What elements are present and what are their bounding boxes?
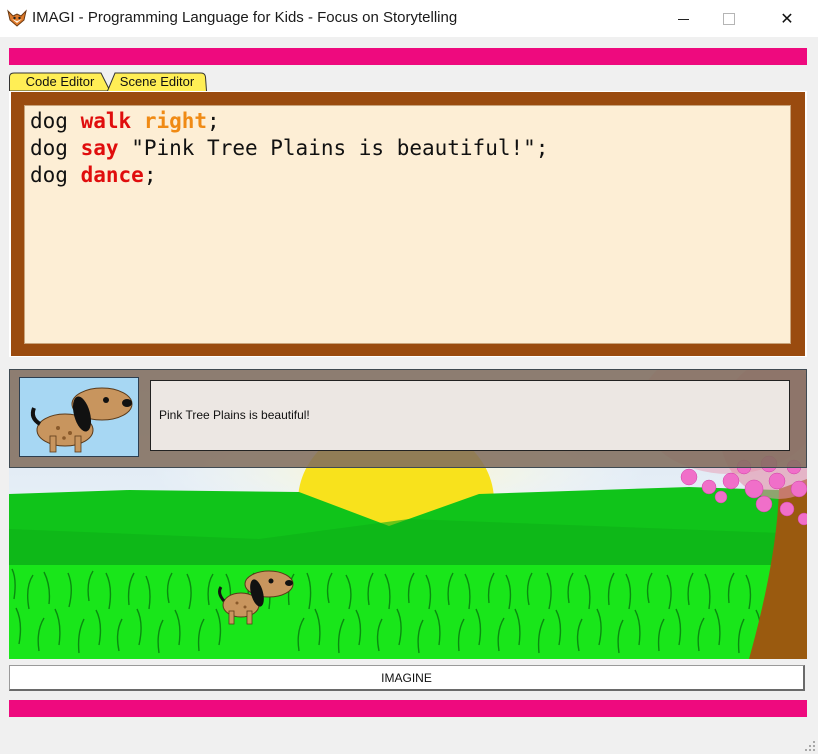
code-action: dance [80, 163, 144, 187]
speech-bubble: Pink Tree Plains is beautiful! [150, 380, 790, 451]
dog-portrait [19, 377, 139, 457]
top-accent-bar [9, 48, 807, 65]
code-end: ; [143, 163, 157, 187]
maximize-icon [723, 12, 735, 25]
tab-code-editor[interactable]: Code Editor [9, 72, 111, 91]
editor-frame: dog walk right; dog say "Pink Tree Plain… [11, 92, 805, 356]
code-line: dog say "Pink Tree Plains is beautiful!"… [30, 136, 548, 160]
close-icon: ✕ [780, 10, 794, 28]
code-editor-panel: dog walk right; dog say "Pink Tree Plain… [9, 91, 807, 357]
code-editor[interactable]: dog walk right; dog say "Pink Tree Plain… [24, 105, 791, 344]
code-end: ; [207, 109, 220, 133]
tab-scene-editor-label: Scene Editor [119, 74, 195, 89]
imagine-button[interactable]: IMAGINE [9, 665, 805, 691]
code-subject: dog [30, 163, 68, 187]
window-title: IMAGI - Programming Language for Kids - … [32, 9, 458, 26]
tab-code-editor-label: Code Editor [25, 74, 95, 89]
minimize-icon [677, 19, 689, 20]
code-arg: right [143, 109, 208, 133]
code-string: "Pink Tree Plains is beautiful!" [131, 136, 536, 160]
editor-tabs: Code Editor Scene Editor [9, 72, 807, 92]
code-action: walk [80, 109, 132, 133]
dog-portrait-icon [30, 387, 133, 453]
grass-field [9, 565, 807, 659]
code-subject: dog [30, 109, 68, 133]
code-subject: dog [30, 136, 68, 160]
tab-scene-editor[interactable]: Scene Editor [107, 72, 207, 91]
minimize-button[interactable] [660, 0, 706, 37]
bottom-accent-bar [9, 700, 807, 717]
fox-app-icon [7, 9, 27, 27]
code-action: say [80, 136, 119, 160]
scene-view: Pink Tree Plains is beautiful! [9, 369, 807, 659]
resize-grip-icon[interactable] [805, 741, 815, 751]
code-line: dog dance; [30, 163, 156, 187]
dialogue-panel: Pink Tree Plains is beautiful! [9, 369, 807, 468]
close-button[interactable]: ✕ [764, 0, 810, 37]
maximize-button[interactable] [706, 0, 752, 37]
code-line: dog walk right; [30, 109, 220, 133]
speech-text: Pink Tree Plains is beautiful! [159, 408, 310, 422]
title-bar: IMAGI - Programming Language for Kids - … [0, 0, 818, 37]
code-end: ; [535, 136, 549, 160]
code-text: dog walk right; dog say "Pink Tree Plain… [30, 108, 548, 189]
